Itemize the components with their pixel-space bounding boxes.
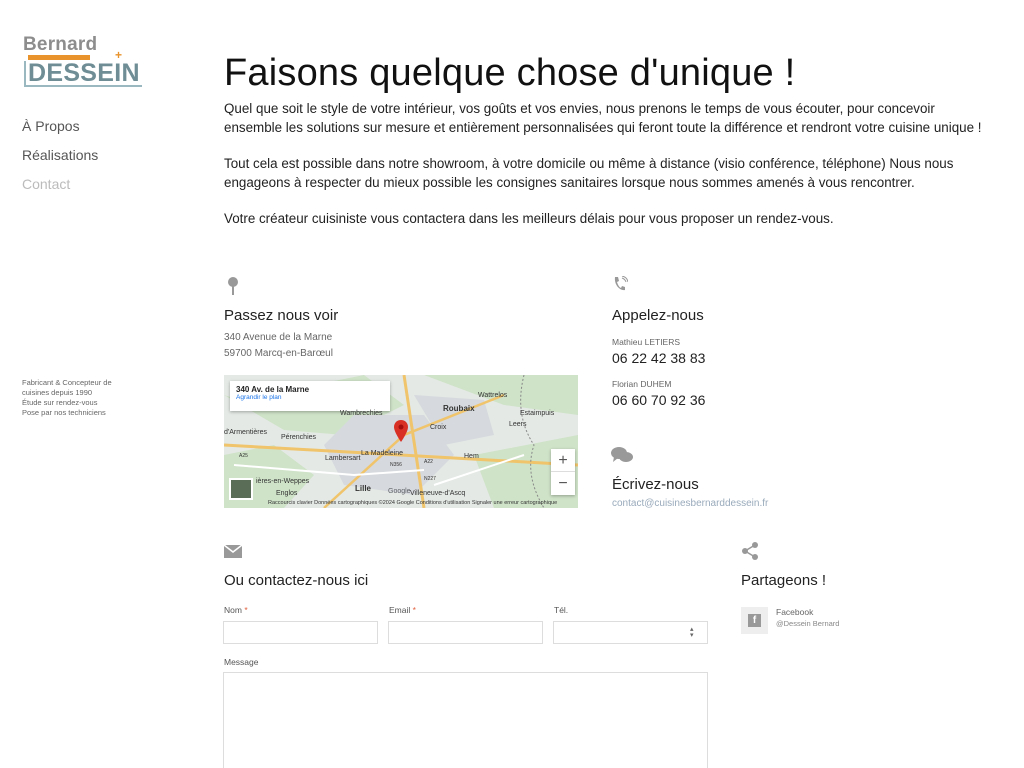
tagline-line: Pose par nos techniciens — [22, 408, 106, 417]
map-road-label: A22 — [424, 459, 433, 465]
name-input[interactable] — [223, 621, 378, 644]
zoom-out-button[interactable]: − — [551, 472, 575, 495]
map-road-label: N227 — [424, 476, 436, 482]
email-label-text: Email — [389, 605, 411, 615]
map-place-label: Englos — [276, 490, 298, 497]
nav-contact[interactable]: Contact — [22, 176, 98, 194]
tagline-line: Étude sur rendez-vous — [22, 398, 98, 407]
name-label: Nom * — [224, 605, 248, 615]
write-heading: Écrivez-nous — [612, 476, 699, 493]
map-place-label: Estaimpuis — [520, 410, 555, 417]
map-place-label: Leers — [509, 421, 527, 428]
email-label: Email * — [389, 605, 416, 615]
map-place-label: Croix — [430, 424, 447, 431]
intro-paragraph: Tout cela est possible dans notre showro… — [224, 156, 954, 190]
address-line-1: 340 Avenue de la Marne — [224, 332, 333, 343]
satellite-toggle[interactable] — [229, 478, 253, 500]
google-logo: Google — [388, 488, 411, 495]
page-title: Faisons quelque chose d'unique ! — [224, 52, 796, 94]
map-place-card: 340 Av. de la Marne Agrandir le plan — [230, 381, 390, 411]
map-place-label: Lambersart — [325, 455, 361, 462]
required-mark: * — [244, 605, 248, 615]
tel-label: Tél. — [554, 605, 569, 615]
contact-email-link[interactable]: contact@cuisinesbernarddessein.fr — [612, 496, 768, 512]
intro-paragraph: Quel que soit le style de votre intérieu… — [224, 101, 982, 135]
zoom-in-button[interactable]: + — [551, 449, 575, 472]
facebook-handle: @Dessein Bernard — [776, 619, 840, 628]
envelope-icon — [223, 544, 243, 563]
facebook-text[interactable]: Facebook @Dessein Bernard — [776, 606, 839, 630]
contact-phone[interactable]: 06 22 42 38 83 — [612, 350, 705, 366]
map-pin-icon — [226, 276, 240, 301]
map-place-label: Villeneuve-d'Ascq — [410, 490, 466, 497]
map-place-label: La Madeleine — [361, 450, 404, 457]
tagline-line: Fabricant & Concepteur de — [22, 378, 112, 387]
email-input[interactable] — [388, 621, 543, 644]
map-place-label: Wattrelos — [478, 392, 508, 399]
map-place-label: Roubaix — [443, 404, 475, 413]
logo-lastname: DESSEIN — [28, 59, 140, 87]
logo-firstname: Bernard — [23, 34, 98, 55]
message-label: Message — [224, 657, 259, 667]
main-nav: À Propos Réalisations Contact — [22, 118, 98, 205]
map-road-label: A25 — [239, 453, 248, 459]
logo[interactable]: Bernard + DESSEIN — [22, 34, 147, 90]
nav-realisations[interactable]: Réalisations — [22, 147, 98, 165]
name-label-text: Nom — [224, 605, 242, 615]
tel-spinner-icon[interactable]: ▴ ▾ — [690, 626, 694, 639]
address-line-2: 59700 Marcq-en-Barœul — [224, 348, 333, 359]
facebook-icon: f — [748, 614, 761, 627]
nav-a-propos[interactable]: À Propos — [22, 118, 98, 136]
map-place-label: Hem — [464, 453, 479, 460]
chat-bubbles-icon — [611, 446, 633, 469]
map-place-label: Lille — [355, 484, 372, 493]
map-place-label: d'Armentières — [224, 429, 267, 436]
visit-heading: Passez nous voir — [224, 307, 339, 324]
facebook-link[interactable]: f — [741, 607, 768, 634]
required-mark: * — [412, 605, 416, 615]
share-heading: Partageons ! — [741, 572, 827, 589]
contact-name: Florian DUHEM — [612, 379, 672, 389]
map-marker-icon[interactable] — [394, 420, 408, 442]
call-heading: Appelez-nous — [612, 307, 704, 324]
address: 340 Avenue de la Marne 59700 Marcq-en-Ba… — [224, 330, 333, 362]
tel-input[interactable] — [553, 621, 708, 644]
message-textarea[interactable] — [223, 672, 708, 768]
phone-icon — [612, 275, 629, 299]
intro-text: Quel que soit le style de votre intérieu… — [224, 99, 984, 245]
tagline: Fabricant & Concepteur de cuisines depui… — [22, 378, 132, 418]
map-zoom-control: + − — [551, 449, 575, 495]
map-attribution[interactable]: Raccourcis clavier Données cartographiqu… — [268, 500, 557, 506]
map-place-label: Wambrechies — [340, 410, 383, 417]
intro-paragraph: Votre créateur cuisiniste vous contacter… — [224, 211, 834, 226]
facebook-network: Facebook — [776, 607, 814, 617]
map-place-label: ières-en-Weppes — [256, 478, 310, 485]
map-place-title: 340 Av. de la Marne — [236, 385, 310, 394]
map-enlarge-link[interactable]: Agrandir le plan — [236, 394, 384, 401]
contact-name: Mathieu LETIERS — [612, 337, 681, 347]
share-icon — [741, 542, 759, 565]
tagline-line: cuisines depuis 1990 — [22, 388, 93, 397]
form-heading: Ou contactez-nous ici — [224, 572, 369, 589]
contact-phone[interactable]: 06 60 70 92 36 — [612, 392, 705, 408]
map-place-label: Pérenchies — [281, 434, 317, 441]
map-road-label: N356 — [390, 462, 402, 468]
